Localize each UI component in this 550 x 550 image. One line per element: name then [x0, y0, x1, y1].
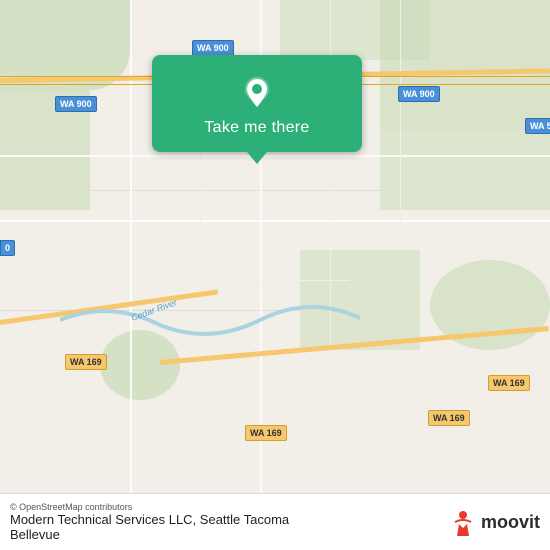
cedar-river-svg [60, 280, 360, 360]
route-badge-partial: 0 [0, 240, 15, 256]
osm-attribution: © OpenStreetMap contributors [10, 502, 289, 512]
route-badge-wa169-3: WA 169 [428, 410, 470, 426]
bottom-bar: © OpenStreetMap contributors Modern Tech… [0, 493, 550, 550]
route-badge-wa5: WA 5 [525, 118, 550, 134]
route-badge-wa169-1: WA 169 [65, 354, 107, 370]
road-h3 [0, 220, 550, 222]
green-area-5 [380, 130, 550, 210]
route-badge-wa900-3: WA 900 [398, 86, 440, 102]
take-me-there-label: Take me there [204, 119, 309, 137]
route-badge-wa169-2: WA 169 [245, 425, 287, 441]
route-badge-wa900-2: WA 900 [55, 96, 97, 112]
road-v5 [400, 0, 401, 250]
route-badge-wa900-1: WA 900 [192, 40, 234, 56]
location-pin-icon [239, 75, 275, 111]
road-h2 [0, 190, 550, 191]
route-badge-wa169-4: WA 169 [488, 375, 530, 391]
green-area-4 [380, 0, 550, 130]
take-me-there-popup[interactable]: Take me there [152, 55, 362, 152]
business-name: Modern Technical Services LLC, Seattle T… [10, 512, 289, 542]
map-container: Cedar River WA 900 WA 900 WA 900 WA 169 … [0, 0, 550, 550]
moovit-logo: moovit [449, 508, 540, 536]
bottom-left-info: © OpenStreetMap contributors Modern Tech… [10, 502, 289, 542]
moovit-icon [449, 508, 477, 536]
road-h1 [0, 155, 550, 157]
moovit-text: moovit [481, 512, 540, 533]
